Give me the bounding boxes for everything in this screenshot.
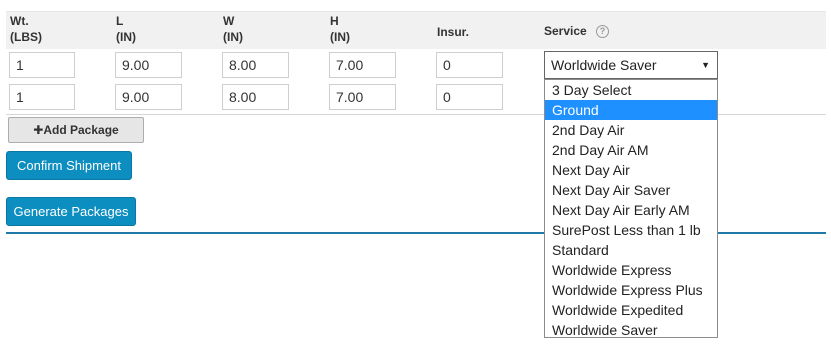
col-label: L <box>116 14 124 28</box>
plus-icon: ✚ <box>33 123 44 137</box>
col-unit: (LBS) <box>10 30 42 44</box>
col-unit: (IN) <box>116 30 136 44</box>
col-header-height: H (IN) <box>330 13 350 45</box>
add-package-label: Add Package <box>43 123 119 137</box>
weight-field[interactable]: 1 <box>9 52 75 78</box>
length-field[interactable]: 9.00 <box>115 84 182 110</box>
service-selected-value: Worldwide Saver <box>551 57 657 73</box>
service-option[interactable]: 2nd Day Air <box>545 120 717 140</box>
question-circle-icon[interactable]: ? <box>596 25 609 38</box>
insurance-field[interactable]: 0 <box>436 52 503 78</box>
insurance-field[interactable]: 0 <box>436 84 503 110</box>
col-unit: (IN) <box>330 30 350 44</box>
col-header-service: Service <box>544 23 587 39</box>
col-header-length: L (IN) <box>116 13 136 45</box>
service-dropdown-list[interactable]: 3 Day Select Ground 2nd Day Air 2nd Day … <box>544 79 718 338</box>
service-option[interactable]: SurePost Less than 1 lb <box>545 220 717 240</box>
col-label: Insur. <box>437 25 470 39</box>
service-option[interactable]: Worldwide Expedited <box>545 300 717 320</box>
col-label: Wt. <box>10 14 29 28</box>
service-option[interactable]: Worldwide Express <box>545 260 717 280</box>
length-field[interactable]: 9.00 <box>115 52 182 78</box>
service-option[interactable]: Next Day Air <box>545 160 717 180</box>
service-option[interactable]: 2nd Day Air AM <box>545 140 717 160</box>
col-label: W <box>223 14 235 28</box>
width-field[interactable]: 8.00 <box>222 84 289 110</box>
col-label: Service <box>544 24 587 38</box>
col-unit: (IN) <box>223 30 243 44</box>
service-option[interactable]: Next Day Air Early AM <box>545 200 717 220</box>
service-option[interactable]: Next Day Air Saver <box>545 180 717 200</box>
service-option[interactable]: 3 Day Select <box>545 80 717 100</box>
weight-field[interactable]: 1 <box>9 84 75 110</box>
col-label: H <box>330 14 339 28</box>
generate-packages-button[interactable]: Generate Packages <box>6 197 136 226</box>
service-option[interactable]: Worldwide Express Plus <box>545 280 717 300</box>
col-header-insurance: Insur. <box>437 24 469 40</box>
add-package-button[interactable]: ✚Add Package <box>8 117 144 143</box>
service-select[interactable]: Worldwide Saver ▼ <box>544 51 718 79</box>
service-option-highlighted[interactable]: Ground <box>545 100 717 120</box>
confirm-shipment-button[interactable]: Confirm Shipment <box>6 151 132 180</box>
col-header-width: W (IN) <box>223 13 243 45</box>
service-option[interactable]: Worldwide Saver <box>545 320 717 337</box>
service-option[interactable]: Standard <box>545 240 717 260</box>
chevron-down-icon: ▼ <box>701 60 710 70</box>
col-header-weight: Wt. (LBS) <box>10 13 42 45</box>
width-field[interactable]: 8.00 <box>222 52 289 78</box>
height-field[interactable]: 7.00 <box>329 84 396 110</box>
height-field[interactable]: 7.00 <box>329 52 396 78</box>
